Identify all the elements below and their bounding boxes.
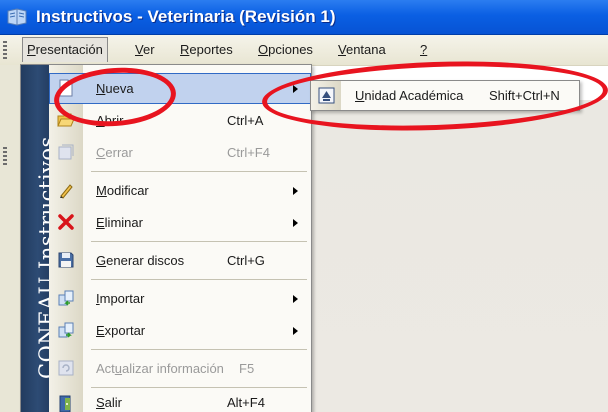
menu-item-label: Cerrar [96, 145, 133, 160]
menu-item-label: Importar [96, 291, 145, 306]
menu-separator [91, 349, 307, 350]
toolbar-grip[interactable] [3, 147, 7, 165]
menu-item-shortcut: Alt+F4 [227, 395, 265, 410]
toolbar-strip [0, 65, 20, 412]
menu-item-cerrar: Cerrar Ctrl+F4 [49, 137, 311, 168]
menu-opciones[interactable]: Opciones [258, 42, 313, 57]
menu-item-label: Salir [96, 395, 123, 410]
menu-presentacion[interactable]: Presentación [22, 37, 108, 62]
menu-item-importar[interactable]: Importar [49, 283, 311, 314]
pencil-icon [60, 184, 73, 199]
menu-item-shortcut: Ctrl+F4 [227, 145, 270, 160]
menu-item-label: Exportar [96, 323, 146, 338]
exit-door-icon [59, 395, 71, 412]
submenu-arrow-icon [293, 187, 298, 195]
menu-bar: Presentación Ver Reportes Opciones Venta… [0, 35, 608, 66]
menu-item-shortcut: Ctrl+A [227, 113, 264, 128]
floppy-disk-icon [58, 252, 74, 268]
menu-ventana[interactable]: Ventana [338, 42, 386, 57]
menu-separator [91, 279, 307, 280]
refresh-icon [58, 360, 74, 376]
title-bar: Instructivos - Veterinaria (Revisión 1) [0, 0, 608, 35]
window-title: Instructivos - Veterinaria (Revisión 1) [36, 7, 336, 26]
import-icon [58, 290, 74, 306]
export-icon [58, 322, 74, 338]
menu-separator [91, 171, 307, 172]
submenu-arrow-icon [293, 327, 298, 335]
submenu-arrow-icon [293, 219, 298, 227]
menu-item-generar-discos[interactable]: Generar discos Ctrl+G [49, 245, 311, 276]
menu-item-exportar[interactable]: Exportar [49, 315, 311, 346]
menu-separator [91, 387, 307, 388]
menu-separator [91, 241, 307, 242]
side-banner: CONEAU Instructivos [21, 65, 59, 412]
delete-x-icon [58, 214, 74, 230]
menu-item-label: Actualizar información [96, 361, 224, 376]
menu-item-label: Generar discos [96, 253, 185, 268]
menu-item-shortcut: Ctrl+G [227, 253, 265, 268]
menu-reportes[interactable]: Reportes [180, 42, 233, 57]
menu-ver[interactable]: Ver [135, 42, 155, 57]
menu-item-label: Eliminar [96, 215, 143, 230]
application-window: Instructivos - Veterinaria (Revisión 1) … [0, 0, 608, 412]
menu-item-salir[interactable]: Salir Alt+F4 [49, 391, 311, 412]
app-icon [7, 8, 27, 26]
submenu-arrow-icon [293, 295, 298, 303]
menu-item-modificar[interactable]: Modificar [49, 175, 311, 206]
mdi-workspace [310, 100, 608, 412]
menubar-grip[interactable] [3, 41, 7, 59]
menu-item-eliminar[interactable]: Eliminar [49, 207, 311, 238]
menu-ayuda[interactable]: ? [420, 42, 427, 57]
close-document-icon [58, 144, 74, 160]
menu-item-label: Modificar [96, 183, 149, 198]
menu-item-actualizar-informacion: Actualizar información F5 [49, 353, 311, 384]
menu-item-shortcut: F5 [239, 361, 255, 376]
